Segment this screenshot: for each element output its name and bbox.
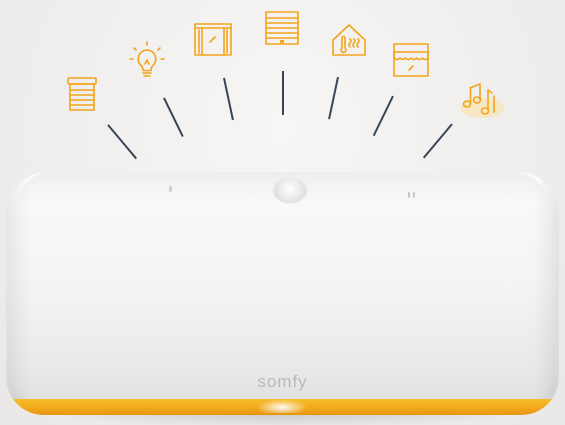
garage-door-icon	[262, 8, 302, 48]
signal-ray	[372, 95, 394, 136]
device-rim-glow	[256, 399, 308, 413]
music-note-icon	[458, 76, 504, 120]
signal-ray	[282, 71, 284, 115]
heating-icon	[329, 20, 369, 60]
signal-ray	[328, 76, 339, 120]
brand-logo: somfy	[257, 372, 308, 391]
smart-home-box: somfy	[6, 172, 559, 415]
awning-icon	[390, 40, 432, 82]
signal-ray	[223, 77, 234, 121]
light-bulb-icon	[127, 40, 167, 84]
device-led-slot	[169, 186, 172, 192]
device-left-edge	[6, 182, 32, 399]
signal-ray	[107, 124, 137, 160]
signal-ray	[422, 123, 453, 159]
product-scene: somfy	[0, 0, 565, 425]
signal-ray	[163, 97, 184, 137]
roller-shutter-icon	[64, 74, 100, 114]
device-right-edge	[533, 182, 559, 399]
device-port-slot	[408, 185, 418, 198]
device-top-button[interactable]	[274, 178, 306, 202]
curtains-icon	[192, 20, 234, 60]
